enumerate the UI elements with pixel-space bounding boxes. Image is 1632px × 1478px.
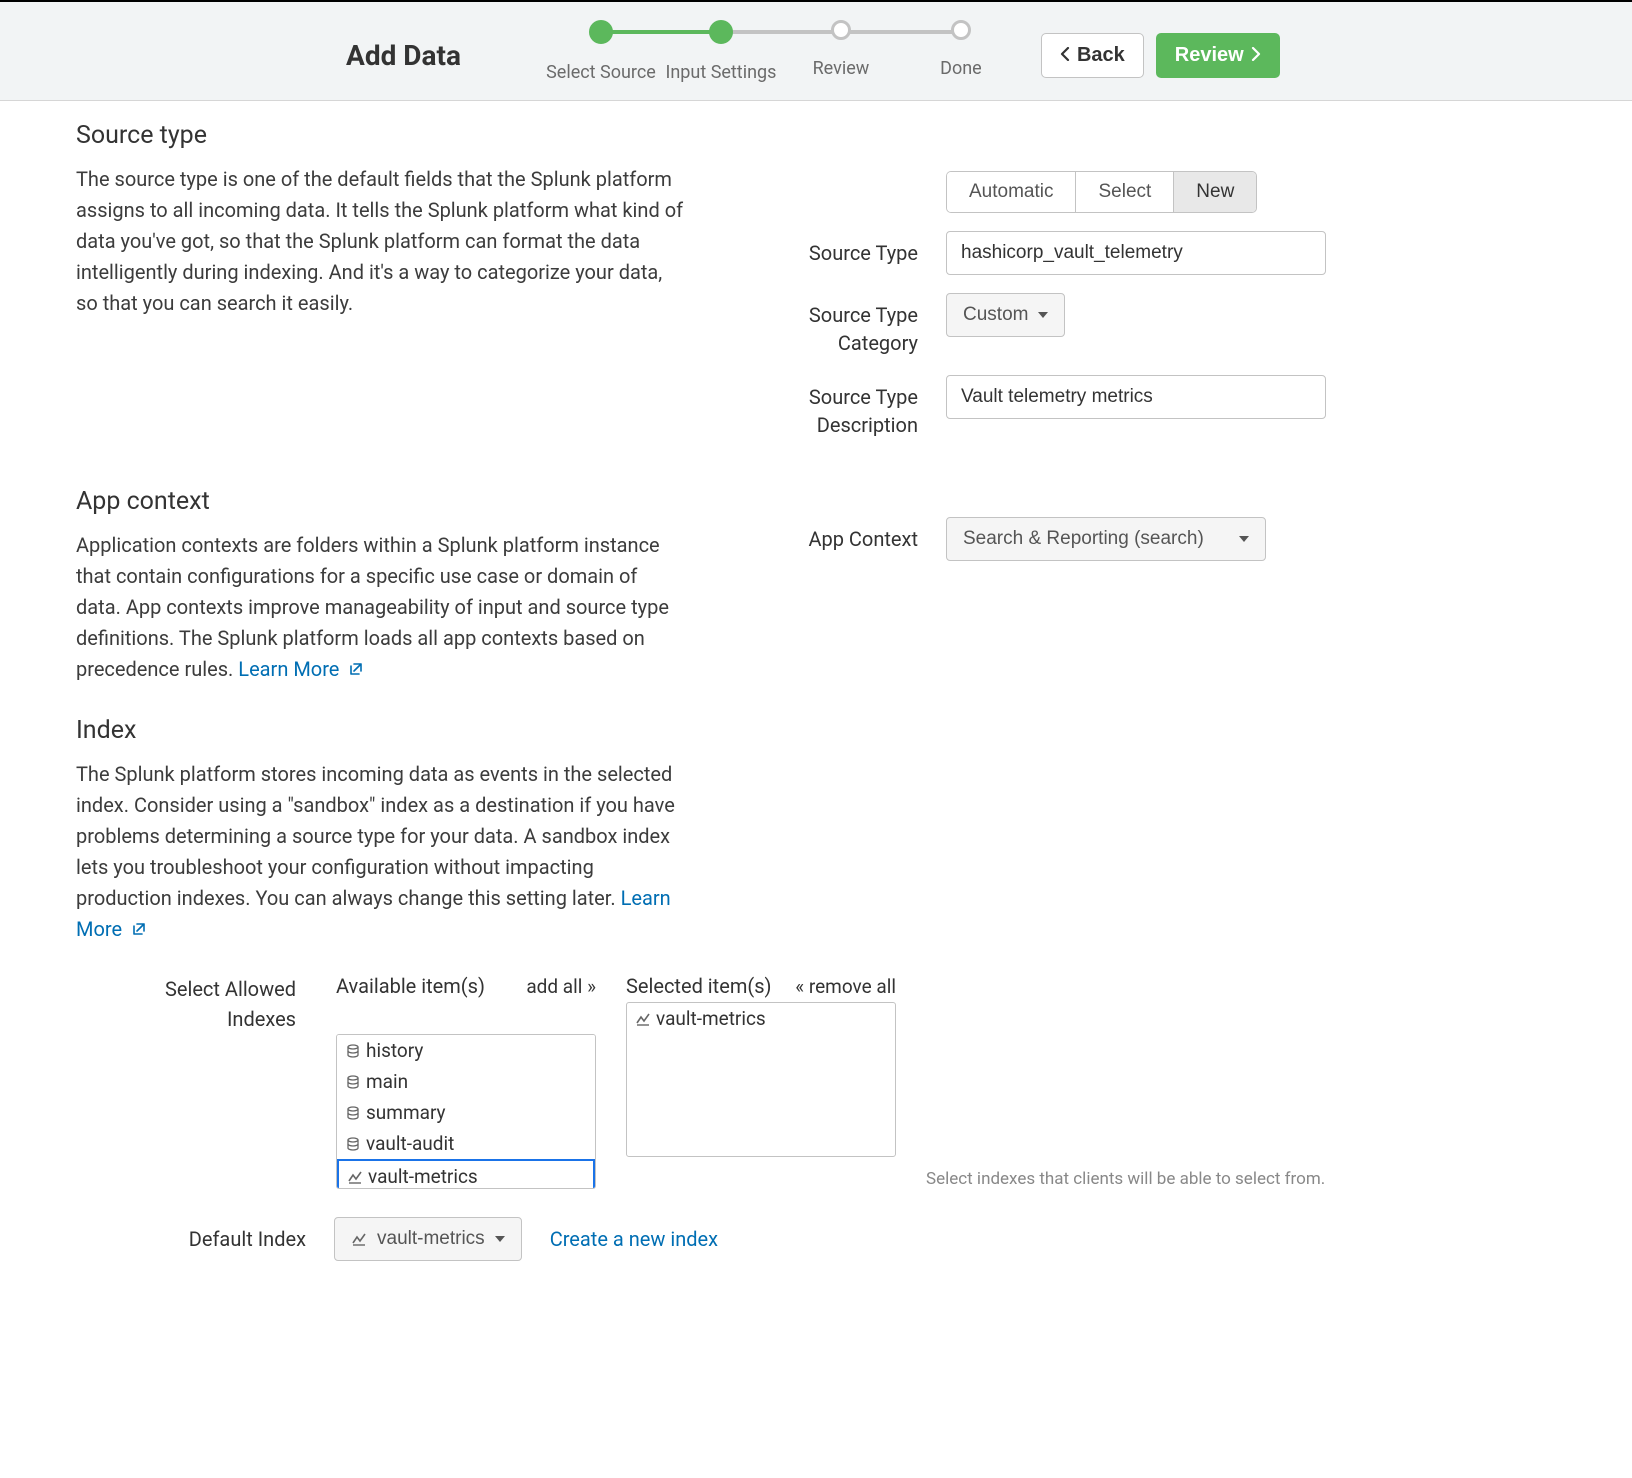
index-description: The Splunk platform stores incoming data… bbox=[76, 759, 686, 946]
source-type-description: The source type is one of the default fi… bbox=[76, 164, 686, 319]
metrics-index-icon bbox=[347, 1169, 363, 1185]
source-type-description-input[interactable] bbox=[946, 375, 1326, 419]
step-label: Input Settings bbox=[665, 62, 776, 83]
database-icon bbox=[345, 1136, 361, 1152]
app-context-section: App context Application contexts are fol… bbox=[76, 487, 1556, 686]
selected-items-label: Selected item(s) bbox=[626, 974, 772, 998]
step-connector bbox=[721, 30, 841, 34]
database-icon bbox=[345, 1074, 361, 1090]
default-index-dropdown[interactable]: vault-metrics bbox=[334, 1217, 522, 1261]
review-button-label: Review bbox=[1175, 44, 1244, 67]
default-index-label: Default Index bbox=[116, 1227, 306, 1251]
step-circle bbox=[589, 20, 613, 44]
chevron-left-icon bbox=[1060, 44, 1071, 67]
list-item[interactable]: summary bbox=[337, 1097, 595, 1128]
available-indexes-listbox[interactable]: historymainsummaryvault-auditvault-metri… bbox=[336, 1034, 596, 1189]
step-connector bbox=[841, 30, 961, 34]
app-context-description: Application contexts are folders within … bbox=[76, 530, 686, 686]
index-section: Index The Splunk platform stores incomin… bbox=[76, 716, 1556, 1261]
app-context-learn-more-link[interactable]: Learn More bbox=[238, 657, 364, 681]
index-title: Index bbox=[76, 716, 686, 745]
mode-select[interactable]: Select bbox=[1076, 172, 1174, 212]
available-indexes-column: Available item(s) add all » historymains… bbox=[336, 974, 596, 1189]
available-items-label: Available item(s) bbox=[336, 974, 485, 998]
step-connector bbox=[601, 30, 721, 34]
source-type-description-label: Source Type Description bbox=[726, 375, 946, 439]
stepper: Select Source Input Settings Review Done bbox=[541, 20, 1021, 90]
dropdown-value: Custom bbox=[963, 304, 1028, 326]
dropdown-value: vault-metrics bbox=[377, 1228, 485, 1250]
selected-indexes-column: Selected item(s) « remove all vault-metri… bbox=[626, 974, 896, 1189]
mode-automatic[interactable]: Automatic bbox=[947, 172, 1076, 212]
database-icon bbox=[345, 1043, 361, 1059]
metrics-index-icon bbox=[351, 1231, 367, 1247]
source-type-title: Source type bbox=[76, 121, 686, 150]
step-label: Done bbox=[940, 58, 982, 79]
back-button-label: Back bbox=[1077, 44, 1125, 67]
source-type-mode-toggle: Automatic Select New bbox=[946, 171, 1257, 213]
index-hint-text: Select indexes that clients will be able… bbox=[926, 1169, 1556, 1189]
external-link-icon bbox=[348, 655, 364, 686]
source-type-category-label: Source Type Category bbox=[726, 293, 946, 357]
step-circle bbox=[831, 20, 851, 40]
dropdown-value: Search & Reporting (search) bbox=[963, 528, 1204, 550]
caret-down-icon bbox=[1038, 312, 1048, 318]
step-circle bbox=[709, 20, 733, 44]
source-type-input[interactable] bbox=[946, 231, 1326, 275]
app-context-dropdown[interactable]: Search & Reporting (search) bbox=[946, 517, 1266, 561]
add-all-link[interactable]: add all » bbox=[526, 975, 596, 998]
step-circle bbox=[951, 20, 971, 40]
chevron-right-icon bbox=[1250, 44, 1261, 67]
database-icon bbox=[345, 1105, 361, 1121]
selected-indexes-listbox[interactable]: vault-metrics bbox=[626, 1002, 896, 1157]
external-link-icon bbox=[131, 915, 147, 946]
source-type-label: Source Type bbox=[726, 231, 946, 267]
wizard-header: Add Data Select Source Input Settings Re… bbox=[0, 0, 1632, 101]
back-button[interactable]: Back bbox=[1041, 33, 1144, 78]
page-title: Add Data bbox=[346, 39, 461, 72]
review-button[interactable]: Review bbox=[1156, 33, 1280, 78]
select-allowed-indexes-label: Select Allowed Indexes bbox=[116, 974, 306, 1189]
caret-down-icon bbox=[495, 1236, 505, 1242]
app-context-title: App context bbox=[76, 487, 686, 516]
remove-all-link[interactable]: « remove all bbox=[795, 975, 896, 998]
create-new-index-link[interactable]: Create a new index bbox=[550, 1227, 718, 1251]
list-item[interactable]: history bbox=[337, 1035, 595, 1066]
metrics-index-icon bbox=[635, 1011, 651, 1027]
caret-down-icon bbox=[1239, 536, 1249, 542]
source-type-section: Source type The source type is one of th… bbox=[76, 121, 1556, 457]
app-context-label: App Context bbox=[726, 517, 946, 553]
step-label: Review bbox=[813, 58, 870, 79]
list-item[interactable]: vault-metrics bbox=[627, 1003, 895, 1034]
mode-new[interactable]: New bbox=[1174, 172, 1256, 212]
list-item[interactable]: vault-audit bbox=[337, 1128, 595, 1159]
source-type-category-dropdown[interactable]: Custom bbox=[946, 293, 1065, 337]
list-item[interactable]: vault-metrics bbox=[337, 1159, 595, 1189]
list-item[interactable]: main bbox=[337, 1066, 595, 1097]
step-label: Select Source bbox=[546, 62, 656, 83]
